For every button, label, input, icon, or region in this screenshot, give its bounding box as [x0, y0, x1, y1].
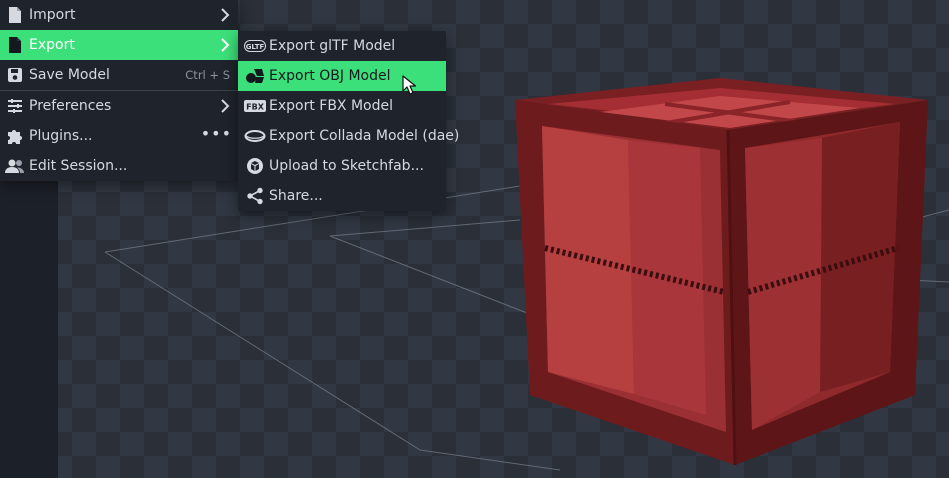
- users-icon: [4, 156, 26, 176]
- more-options-icon[interactable]: •••: [201, 124, 232, 143]
- menu-item-label: Import: [29, 7, 76, 23]
- menu-item-preferences[interactable]: Preferences: [0, 91, 238, 121]
- menu-item-export-collada[interactable]: Export Collada Model (dae): [238, 121, 459, 151]
- share-icon: [244, 186, 266, 206]
- menu-item-label: Edit Session...: [29, 158, 128, 174]
- menu-item-import[interactable]: Import: [0, 0, 238, 30]
- menu-item-label: Export glTF Model: [269, 38, 396, 54]
- obj-icon: [244, 66, 266, 86]
- svg-text:FBX: FBX: [246, 103, 265, 112]
- menu-item-plugins[interactable]: Plugins... •••: [0, 121, 238, 151]
- menu-item-save-model[interactable]: Save Model Ctrl + S: [0, 60, 238, 90]
- file-icon: [4, 5, 26, 25]
- menu-item-edit-session[interactable]: Edit Session...: [0, 151, 238, 181]
- fbx-icon: FBX: [244, 96, 266, 116]
- menu-item-export-fbx[interactable]: FBX Export FBX Model: [238, 91, 446, 121]
- gltf-icon: GLTF: [244, 36, 266, 56]
- save-icon: [4, 65, 26, 85]
- file-icon: [4, 35, 26, 55]
- file-menu: Import Export Save Model Ctrl + S Prefer…: [0, 0, 238, 181]
- menu-item-label: Export Collada Model (dae): [269, 128, 460, 144]
- menu-item-label: Preferences: [29, 98, 112, 114]
- shortcut-hint: Ctrl + S: [185, 68, 230, 82]
- menu-item-label: Plugins...: [29, 128, 93, 144]
- menu-item-share[interactable]: Share...: [238, 181, 446, 211]
- menu-item-label: Export: [29, 37, 75, 53]
- menu-item-upload-sketchfab[interactable]: Upload to Sketchfab...: [238, 151, 446, 181]
- puzzle-icon: [4, 126, 26, 146]
- menu-item-export[interactable]: Export: [0, 30, 238, 60]
- menu-item-label: Export FBX Model: [269, 98, 394, 114]
- chevron-right-icon: [221, 99, 230, 113]
- menu-item-export-gltf[interactable]: GLTF Export glTF Model: [238, 31, 446, 61]
- menu-item-label: Export OBJ Model: [269, 68, 391, 84]
- export-submenu: GLTF Export glTF Model Export OBJ Model …: [238, 31, 459, 211]
- menu-item-label: Share...: [269, 188, 323, 204]
- svg-text:GLTF: GLTF: [246, 43, 265, 51]
- chevron-right-icon: [221, 8, 230, 22]
- sliders-icon: [4, 96, 26, 116]
- menu-item-label: Upload to Sketchfab...: [269, 158, 424, 174]
- sketchfab-icon: [244, 156, 266, 176]
- chevron-right-icon: [221, 38, 230, 52]
- mouse-cursor-icon: [402, 75, 416, 95]
- crate-model: [515, 78, 928, 466]
- menu-item-label: Save Model: [29, 67, 110, 83]
- collada-icon: [244, 126, 266, 146]
